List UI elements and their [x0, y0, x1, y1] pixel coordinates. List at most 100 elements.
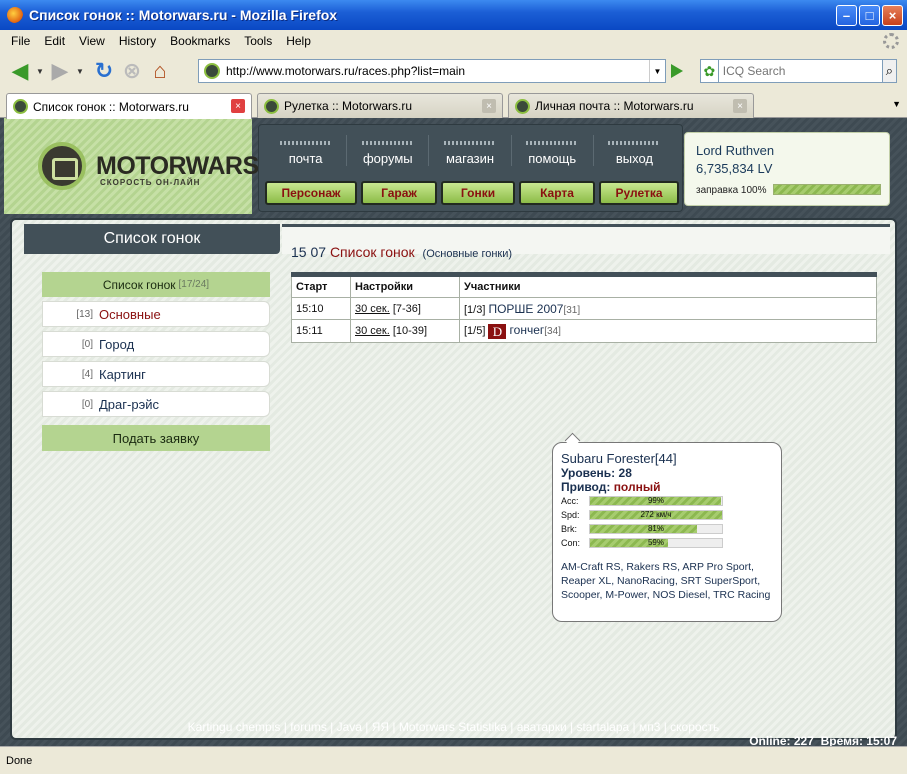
participant-level: [31]: [563, 304, 581, 316]
race-start-time: 15:10: [291, 297, 351, 320]
sidebar-item-city[interactable]: [0] Город: [42, 331, 270, 357]
tab-label: Личная почта :: Motorwars.ru: [535, 99, 694, 113]
tooltip-drive-value: полный: [613, 480, 661, 494]
stat-bar: 99%: [589, 496, 723, 506]
sidebar-item-count: [0]: [81, 338, 93, 350]
column-participants: Участники: [459, 274, 877, 298]
menu-edit[interactable]: Edit: [37, 34, 72, 48]
stat-bar: 272 км/ч: [589, 510, 723, 520]
menu-bookmarks[interactable]: Bookmarks: [163, 34, 237, 48]
close-tab-icon[interactable]: ×: [482, 99, 496, 113]
sidebar-item-karting[interactable]: [4] Картинг: [42, 361, 270, 387]
race-settings-cell: 30 сек. [7-36]: [350, 297, 460, 320]
site-favicon: [204, 63, 220, 79]
tooltip-stats: Acc: 99% Spd: 272 км/ч Brk: 81% Con: 59%: [561, 494, 773, 550]
race-level-range: [10-39]: [392, 324, 428, 337]
race-settings-cell: 30 сек. [10-39]: [350, 319, 460, 343]
navigation-toolbar: ◀ ▼ ▶ ▼ ↻ ⊗ ⌂ http://www.motorwars.ru/ra…: [0, 52, 907, 90]
map-button[interactable]: Карта: [519, 181, 595, 205]
fuel-fill: [774, 185, 880, 194]
firefox-icon: [7, 7, 23, 23]
forward-history-dropdown[interactable]: ▼: [74, 67, 86, 76]
close-tab-icon[interactable]: ×: [733, 99, 747, 113]
menu-view[interactable]: View: [72, 34, 112, 48]
tab-race-list[interactable]: Список гонок :: Motorwars.ru ×: [6, 93, 252, 119]
stat-key: Spd:: [561, 510, 580, 520]
site-logo-area: MOTORWARS.RU СКОРОСТЬ ОН-ЛАЙН: [4, 118, 301, 214]
race-slots: [1/3]: [464, 303, 486, 316]
minimize-button[interactable]: –: [836, 5, 857, 26]
stat-value: 99%: [647, 496, 664, 505]
search-icon[interactable]: ⌕: [882, 59, 897, 83]
sidebar-item-label[interactable]: Картинг: [99, 367, 146, 382]
tab-mail[interactable]: Личная почта :: Motorwars.ru ×: [508, 93, 754, 118]
close-tab-icon[interactable]: ×: [231, 99, 245, 113]
sidebar-header: Список гонок [17/24]: [42, 272, 270, 297]
nav-link-logout[interactable]: выход: [594, 135, 675, 166]
stat-bar: 59%: [589, 538, 723, 548]
home-icon[interactable]: ⌂: [146, 57, 174, 85]
window-titlebar: Список гонок :: Motorwars.ru - Mozilla F…: [0, 0, 907, 30]
race-timeout-link[interactable]: 30 сек.: [355, 303, 390, 315]
menu-tools[interactable]: Tools: [237, 34, 279, 48]
race-table: Старт Настройки Участники 15:10 30 сек. …: [291, 272, 877, 343]
site-nav-panel: почта форумы магазин помощь выход Персон…: [258, 124, 683, 212]
user-name[interactable]: Lord Ruthven: [696, 143, 774, 158]
sidebar-item-drag[interactable]: [0] Драг-рэйс: [42, 391, 270, 417]
search-bar: ✿ ⌕: [700, 59, 897, 83]
back-history-dropdown[interactable]: ▼: [34, 67, 46, 76]
content-area: Список гонок Список гонок [17/24] [13] О…: [10, 218, 897, 740]
url-dropdown-icon[interactable]: ▼: [649, 60, 665, 82]
garage-button[interactable]: Гараж: [361, 181, 437, 205]
stop-icon[interactable]: ⊗: [118, 57, 146, 85]
race-level-range: [7-36]: [392, 302, 421, 315]
nav-link-mail[interactable]: почта: [265, 135, 348, 166]
sidebar-item-label[interactable]: Основные: [99, 307, 161, 322]
reload-icon[interactable]: ↻: [90, 57, 118, 85]
stat-key: Acc:: [561, 496, 579, 506]
user-panel: Lord Ruthven 6,735,834 LV заправка 100%: [684, 132, 890, 206]
url-text[interactable]: http://www.motorwars.ru/races.php?list=m…: [226, 64, 465, 78]
nav-link-help[interactable]: помощь: [512, 135, 594, 166]
menu-help[interactable]: Help: [279, 34, 318, 48]
submit-application-button[interactable]: Подать заявку: [42, 425, 270, 451]
nav-link-shop[interactable]: магазин: [429, 135, 512, 166]
logo-icon[interactable]: [38, 142, 86, 190]
url-bar[interactable]: http://www.motorwars.ru/races.php?list=m…: [198, 59, 666, 83]
sidebar-header-label: Список гонок: [102, 277, 176, 292]
character-button[interactable]: Персонаж: [265, 181, 357, 205]
sidebar-item-label[interactable]: Город: [99, 337, 134, 352]
maximize-button[interactable]: □: [859, 5, 880, 26]
menu-file[interactable]: File: [4, 34, 37, 48]
sidebar-item-count: [13]: [76, 308, 93, 320]
heading-title: Список гонок: [329, 244, 415, 260]
close-window-button[interactable]: ×: [882, 5, 903, 26]
sidebar-item-main[interactable]: [13] Основные: [42, 301, 270, 327]
tab-list-dropdown-icon[interactable]: ▼: [892, 99, 901, 109]
race-heading: 15 07 Список гонок (Основные гонки): [291, 244, 512, 260]
go-button[interactable]: [671, 64, 683, 78]
nav-link-forums[interactable]: форумы: [347, 135, 430, 166]
participant-name[interactable]: ПОРШЕ 2007: [488, 302, 563, 316]
site-page: MOTORWARS.RU СКОРОСТЬ ОН-ЛАЙН почта фору…: [0, 118, 907, 748]
stat-speed: Spd: 272 км/ч: [561, 508, 773, 522]
tooltip-drive: Привод: полный: [561, 480, 773, 494]
races-button[interactable]: Гонки: [441, 181, 515, 205]
sidebar-item-label[interactable]: Драг-рэйс: [99, 397, 159, 412]
race-sidebar: Список гонок [17/24] [13] Основные [0] Г…: [42, 272, 270, 451]
participant-name[interactable]: гончег: [510, 323, 545, 337]
stat-value: 59%: [647, 538, 664, 547]
footer-links[interactable]: Kartingu chempis | forums | Java | ЯЯ | …: [0, 720, 907, 734]
roulette-button[interactable]: Рулетка: [599, 181, 679, 205]
menu-history[interactable]: History: [112, 34, 163, 48]
stat-key: Brk:: [561, 524, 578, 534]
forward-arrow-icon[interactable]: ▶: [46, 57, 74, 85]
back-arrow-icon[interactable]: ◀: [6, 57, 34, 85]
icq-flower-icon[interactable]: ✿: [700, 59, 718, 83]
search-input[interactable]: [717, 59, 883, 83]
logo-subtitle: СКОРОСТЬ ОН-ЛАЙН: [100, 178, 201, 187]
table-row: 15:11 30 сек. [10-39] [1/5] D гончег[34]: [291, 319, 877, 343]
race-timeout-link[interactable]: 30 сек.: [355, 325, 390, 337]
tab-roulette[interactable]: Рулетка :: Motorwars.ru ×: [257, 93, 503, 118]
status-bar: Done: [0, 746, 907, 774]
